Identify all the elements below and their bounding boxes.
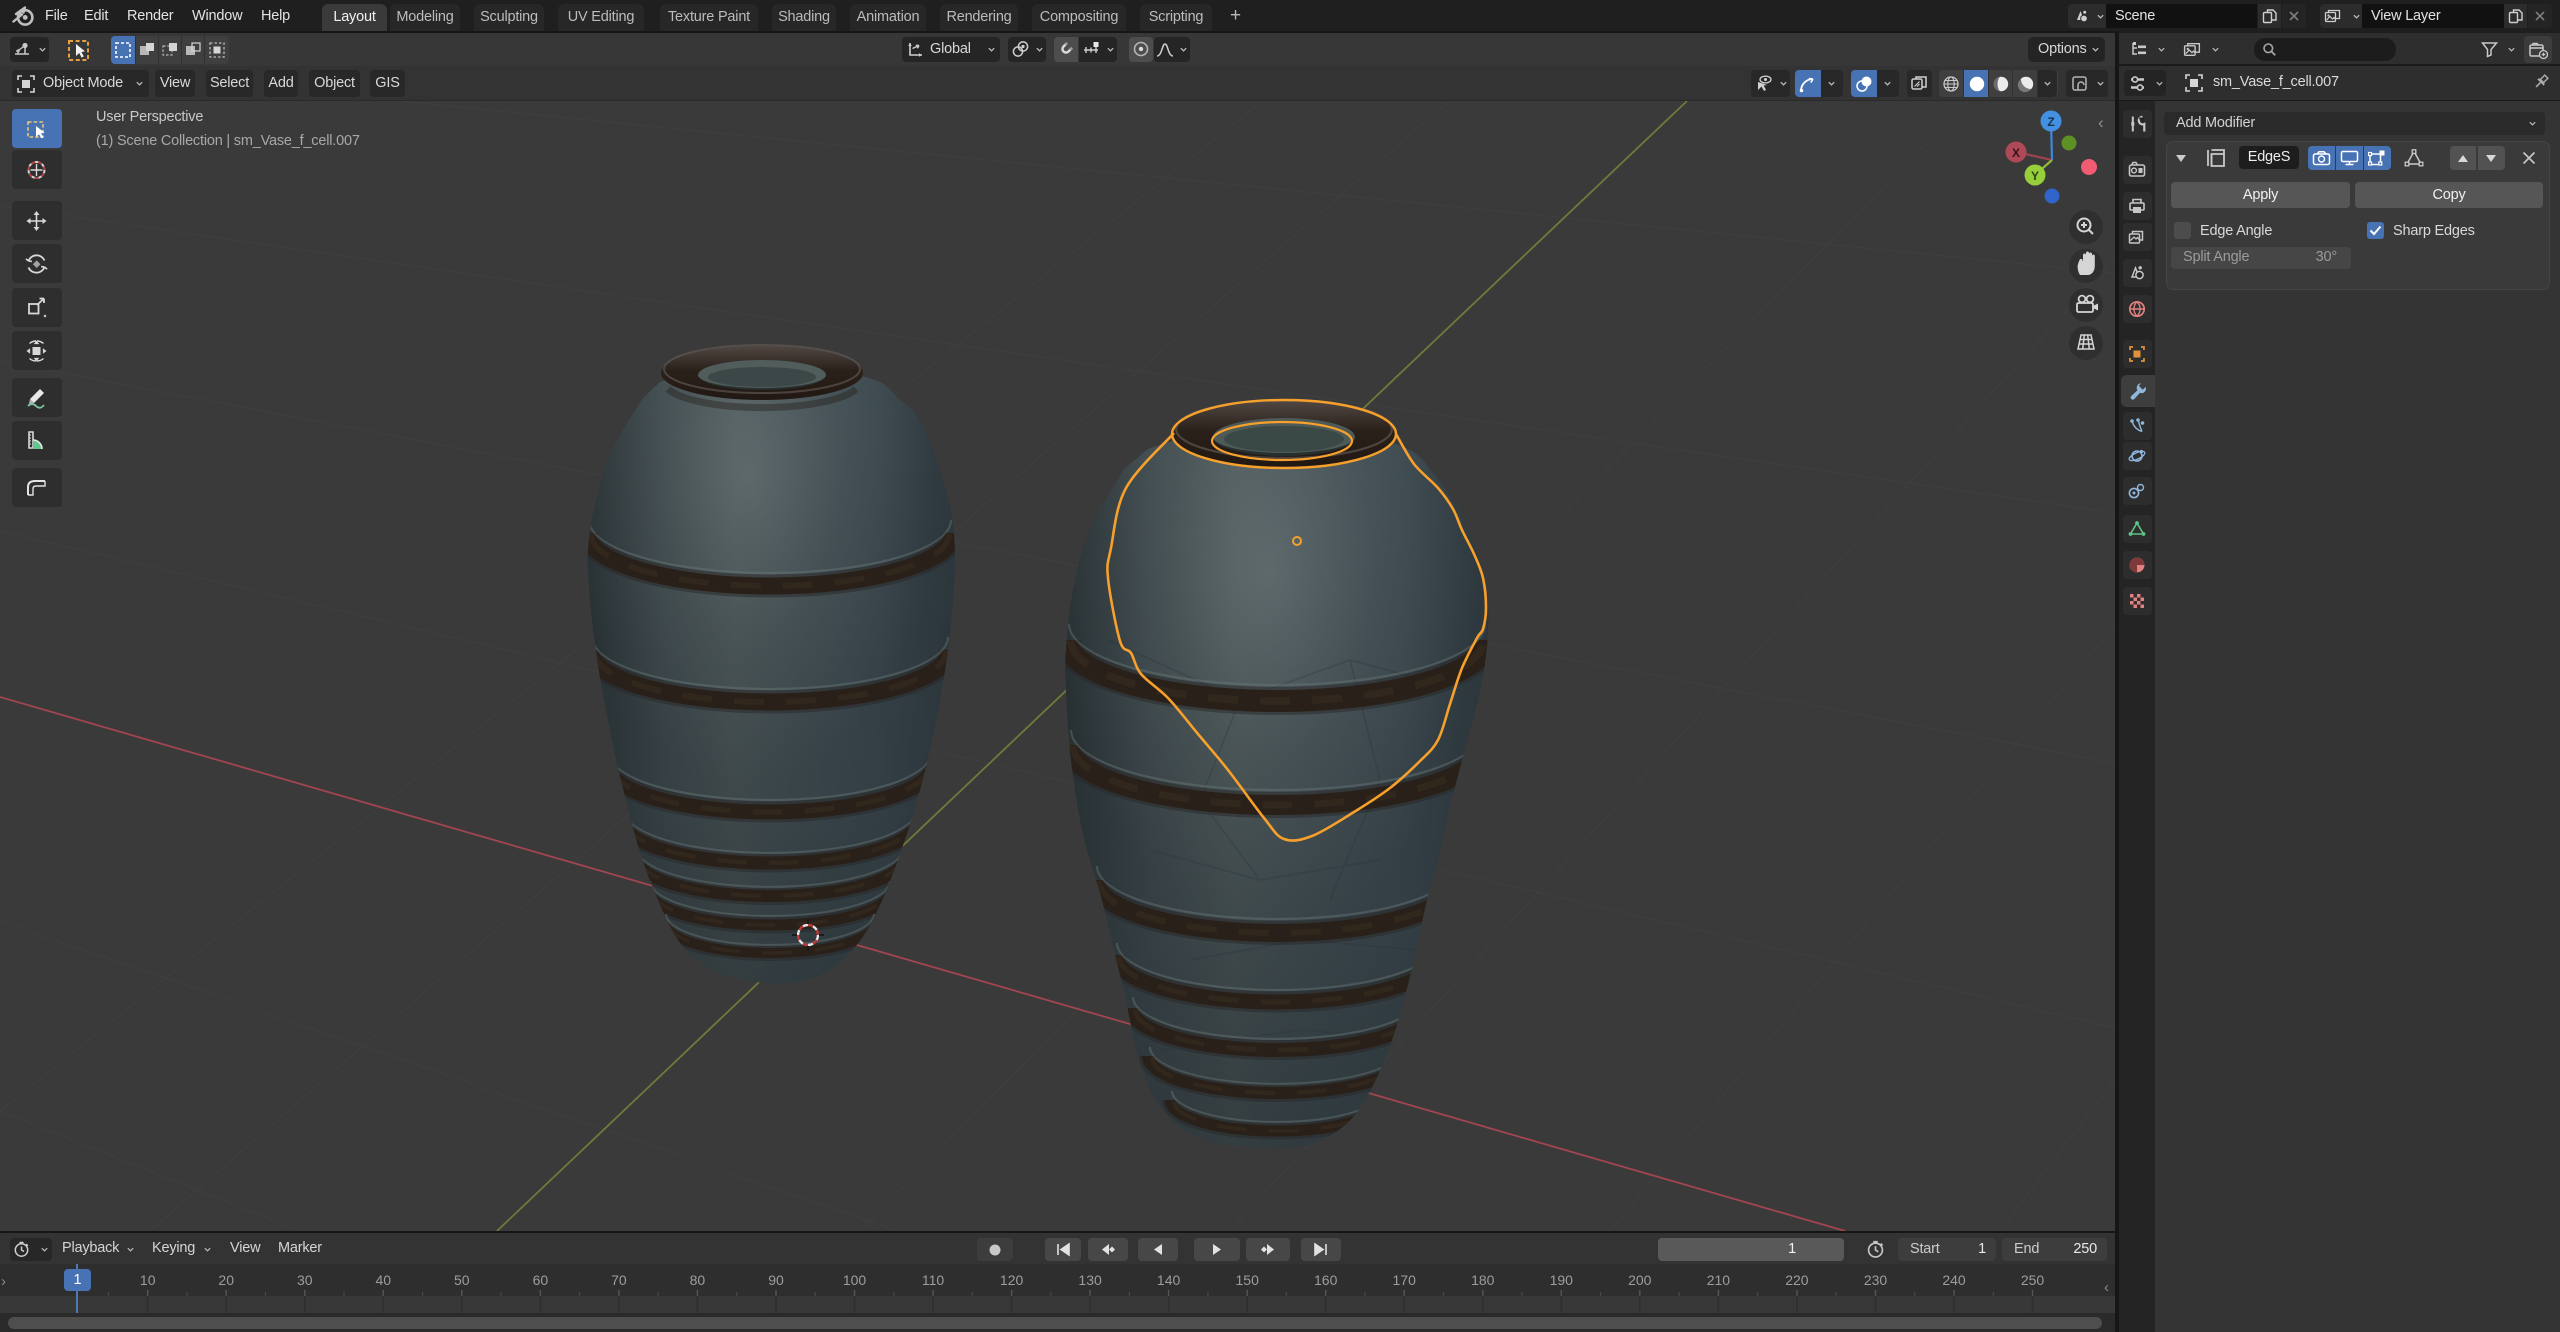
svg-text:110: 110 [922, 1272, 945, 1288]
svg-text:60: 60 [533, 1272, 549, 1288]
svg-text:170: 170 [1393, 1272, 1417, 1288]
svg-text:70: 70 [611, 1272, 627, 1288]
svg-text:190: 190 [1550, 1272, 1574, 1288]
svg-text:40: 40 [376, 1272, 392, 1288]
svg-text:210: 210 [1707, 1272, 1731, 1288]
svg-text:180: 180 [1471, 1272, 1495, 1288]
svg-text:230: 230 [1864, 1272, 1888, 1288]
svg-text:80: 80 [690, 1272, 706, 1288]
svg-text:Y: Y [2031, 169, 2039, 183]
svg-text:220: 220 [1785, 1272, 1809, 1288]
svg-text:30: 30 [297, 1272, 313, 1288]
svg-text:X: X [2012, 146, 2020, 160]
svg-text:10: 10 [140, 1272, 156, 1288]
svg-text:100: 100 [843, 1272, 867, 1288]
svg-text:140: 140 [1157, 1272, 1181, 1288]
svg-text:130: 130 [1078, 1272, 1102, 1288]
svg-text:120: 120 [1000, 1272, 1024, 1288]
svg-text:Z: Z [2047, 115, 2054, 129]
svg-text:150: 150 [1236, 1272, 1260, 1288]
svg-text:50: 50 [454, 1272, 470, 1288]
svg-text:20: 20 [218, 1272, 234, 1288]
svg-text:200: 200 [1628, 1272, 1652, 1288]
svg-text:240: 240 [1942, 1272, 1966, 1288]
svg-text:250: 250 [2021, 1272, 2045, 1288]
svg-text:160: 160 [1314, 1272, 1338, 1288]
svg-text:90: 90 [768, 1272, 784, 1288]
